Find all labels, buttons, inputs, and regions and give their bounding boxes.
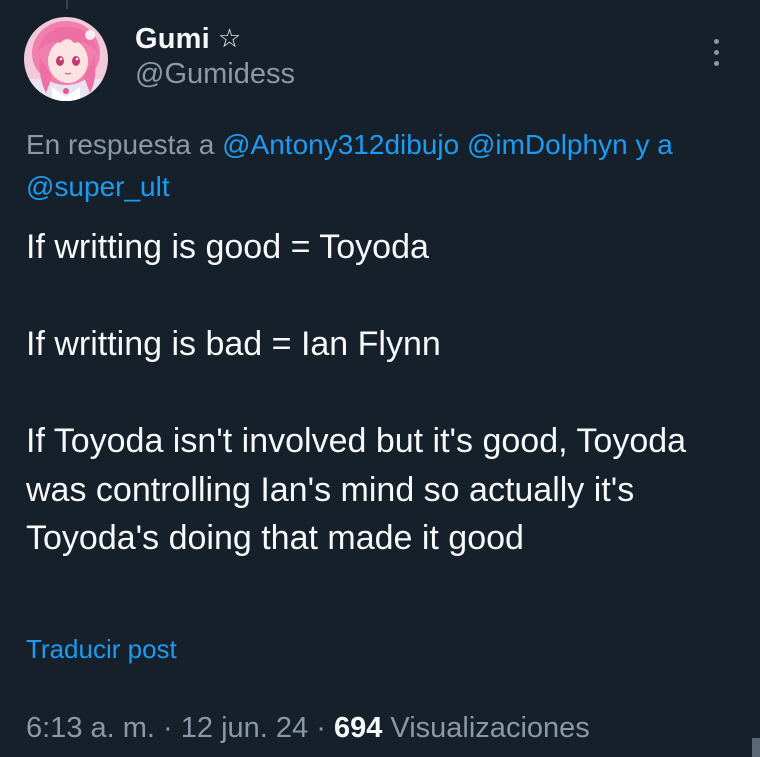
author-handle[interactable]: @Gumidess	[135, 58, 295, 91]
tweet-line: If Toyoda isn't involved but it's good, …	[26, 422, 687, 557]
views-label[interactable]: Visualizaciones	[390, 712, 589, 744]
reply-prefix: En respuesta a	[26, 129, 215, 160]
avatar-image	[24, 17, 108, 101]
more-options-button[interactable]	[700, 36, 732, 68]
tweet-time[interactable]: 6:13 a. m.	[26, 712, 155, 744]
reply-context: En respuesta a @Antony312dibujo @imDolph…	[26, 124, 760, 208]
reply-suffix[interactable]: y a	[635, 129, 672, 160]
tweet-metadata: 6:13 a. m. · 12 jun. 24 · 694 Visualizac…	[26, 712, 590, 745]
meta-separator: ·	[163, 712, 173, 744]
views-count[interactable]: 694	[334, 712, 382, 744]
vertical-ellipsis-icon	[713, 38, 719, 44]
mention-link[interactable]: @super_ult	[26, 171, 170, 202]
mention-link[interactable]: @imDolphyn	[467, 129, 628, 160]
display-name[interactable]: Gumi	[135, 23, 210, 56]
tweet-text: If writting is good = Toyoda If writting…	[26, 223, 746, 563]
mention-link[interactable]: @Antony312dibujo	[222, 129, 459, 160]
translate-post-link[interactable]: Traducir post	[26, 634, 177, 665]
meta-separator: ·	[316, 712, 326, 744]
thread-connector-line	[66, 0, 68, 9]
author-name-row[interactable]: Gumi ☆	[135, 20, 241, 58]
avatar[interactable]	[24, 17, 108, 101]
tweet-line: If writting is bad = Ian Flynn	[26, 325, 441, 363]
scrollbar-thumb[interactable]	[752, 738, 760, 757]
tweet-line: If writting is good = Toyoda	[26, 228, 429, 266]
star-outline-icon: ☆	[217, 24, 242, 54]
tweet-date[interactable]: 12 jun. 24	[181, 712, 308, 744]
